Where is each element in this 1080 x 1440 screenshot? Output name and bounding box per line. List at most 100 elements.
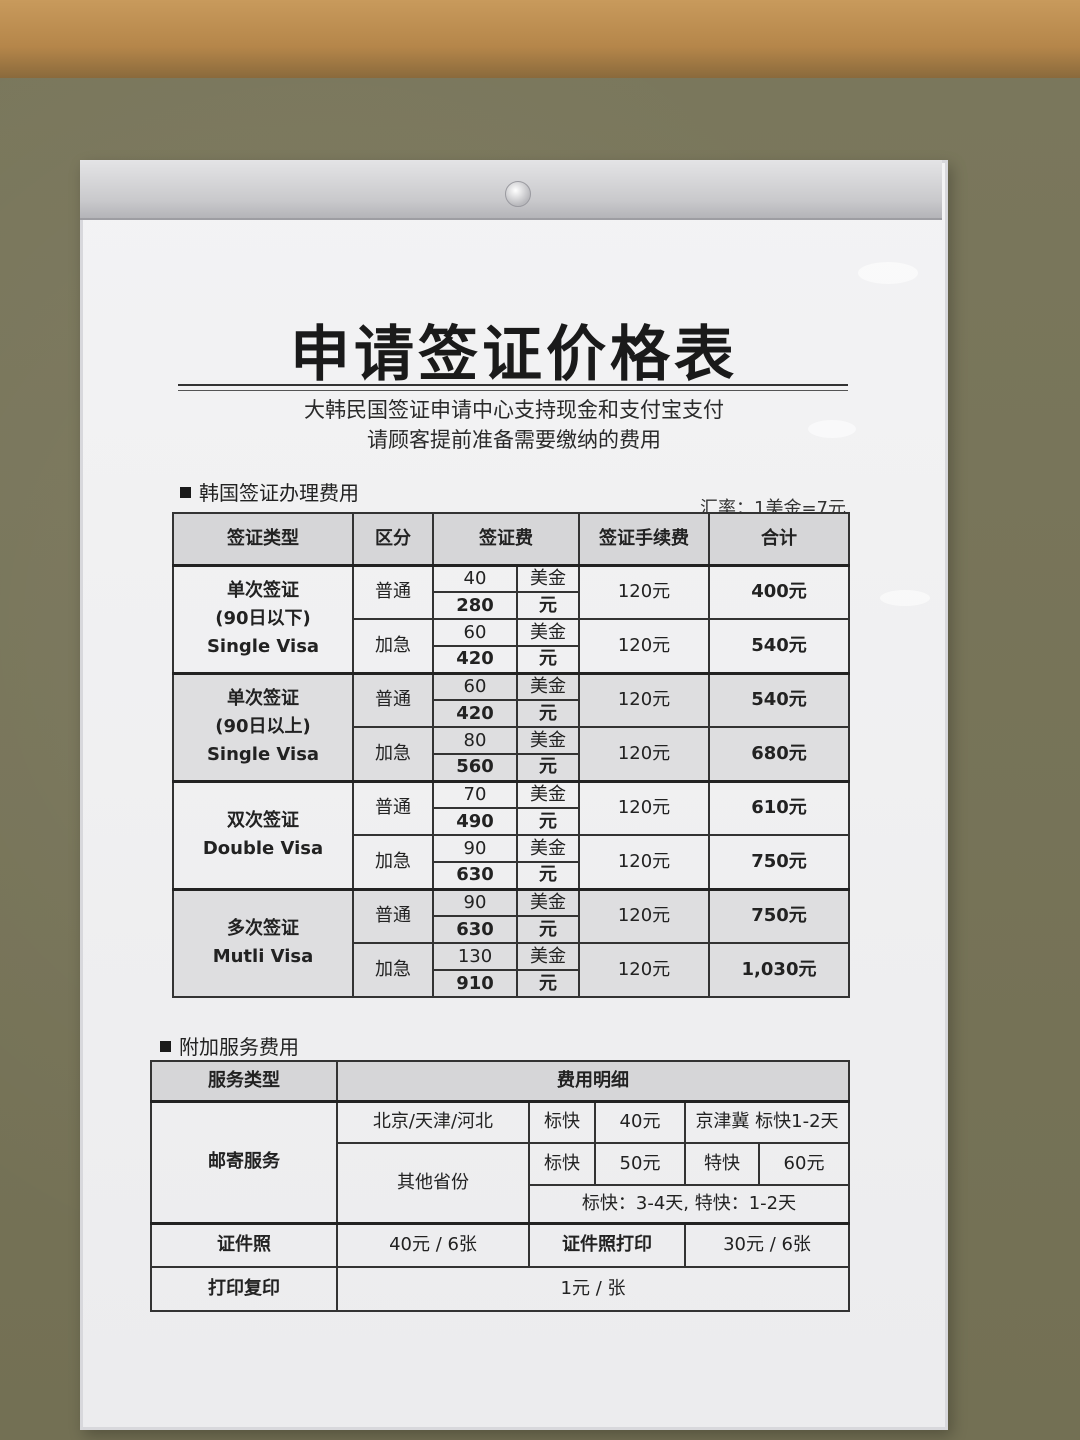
- kind-cell: 加急: [352, 618, 434, 674]
- kind-cell: 普通: [352, 887, 434, 944]
- cny-unit: 元: [516, 807, 580, 836]
- photo-price: 40元 / 6张: [336, 1221, 530, 1268]
- service-fee: 120元: [578, 834, 710, 890]
- visa-type-line: 单次签证: [227, 580, 299, 602]
- service-fee-table: 服务类型 费用明细 邮寄服务 北京/天津/河北 标快 40元 京津冀 标快1-2…: [150, 1060, 851, 1312]
- standard-label: 标快: [528, 1142, 596, 1186]
- title-underline: [178, 390, 848, 391]
- visa-type-line: 多次签证: [227, 918, 299, 940]
- cny-fee: 630: [432, 915, 518, 944]
- visa-type-line: Single Visa: [206, 635, 320, 657]
- visa-type-line: (90日以下): [215, 608, 311, 630]
- total-fee: 540元: [708, 671, 850, 728]
- total-fee: 540元: [708, 618, 850, 674]
- cny-fee: 420: [432, 645, 518, 674]
- service-fee: 120元: [578, 618, 710, 674]
- cny-fee: 490: [432, 807, 518, 836]
- mounting-screw: [505, 181, 531, 207]
- usd-unit: 美金: [516, 618, 580, 647]
- column-header: 服务类型: [150, 1060, 338, 1102]
- cny-unit: 元: [516, 753, 580, 782]
- visa-type-line: Single Visa: [206, 743, 320, 765]
- region-other: 其他省份: [336, 1142, 530, 1224]
- usd-unit: 美金: [516, 942, 580, 971]
- service-section-heading-text: 附加服务费用: [179, 1035, 299, 1059]
- standard-price: 50元: [594, 1142, 686, 1186]
- cny-unit: 元: [516, 591, 580, 620]
- usd-fee: 70: [432, 779, 518, 809]
- usd-fee: 90: [432, 887, 518, 917]
- service-fee: 120元: [578, 726, 710, 782]
- column-header: 签证类型: [172, 512, 354, 566]
- cny-fee: 280: [432, 591, 518, 620]
- kind-cell: 加急: [352, 942, 434, 998]
- table-row: 单次签证 (90日以上) Single Visa 普通 60 美金 120元 5…: [172, 671, 850, 782]
- visa-type-cell: 单次签证 (90日以上) Single Visa: [172, 671, 354, 782]
- visa-type-cell: 多次签证 Mutli Visa: [172, 887, 354, 998]
- copy-service-name: 打印复印: [150, 1266, 338, 1312]
- cny-fee: 630: [432, 861, 518, 890]
- total-fee: 1,030元: [708, 942, 850, 998]
- kind-cell: 普通: [352, 779, 434, 836]
- service-fee: 120元: [578, 887, 710, 944]
- standard-label: 标快: [528, 1099, 596, 1144]
- photo-print-price: 30元 / 6张: [683, 1221, 851, 1268]
- usd-unit: 美金: [516, 726, 580, 755]
- total-fee: 400元: [708, 563, 850, 620]
- photo-print-name: 证件照打印: [528, 1221, 686, 1268]
- visa-type-line: 双次签证: [227, 810, 299, 832]
- visa-type-line: Mutli Visa: [212, 946, 314, 968]
- service-section-heading: 附加服务费用: [160, 1031, 299, 1060]
- cny-unit: 元: [516, 645, 580, 674]
- usd-unit: 美金: [516, 671, 580, 701]
- table-row: 单次签证 (90日以下) Single Visa 普通 40 美金 120元 4…: [172, 563, 850, 674]
- square-bullet-icon: [180, 487, 191, 498]
- cny-unit: 元: [516, 969, 580, 998]
- column-header: 费用明细: [335, 1060, 851, 1102]
- mail-service-name: 邮寄服务: [150, 1099, 338, 1224]
- total-fee: 750元: [708, 834, 850, 890]
- title-underline: [178, 384, 848, 386]
- column-header: 签证费: [432, 512, 580, 566]
- subtitle-line: 大韩民国签证申请中心支持现金和支付宝支付: [304, 398, 724, 422]
- usd-unit: 美金: [516, 563, 580, 593]
- cny-unit: 元: [516, 915, 580, 944]
- usd-fee: 60: [432, 671, 518, 701]
- usd-fee: 80: [432, 726, 518, 755]
- table-row: 邮寄服务 北京/天津/河北 标快 40元 京津冀 标快1-2天: [150, 1099, 851, 1224]
- kind-cell: 加急: [352, 726, 434, 782]
- usd-fee: 90: [432, 834, 518, 863]
- light-reflection: [880, 590, 930, 606]
- light-reflection: [858, 262, 918, 284]
- usd-fee: 60: [432, 618, 518, 647]
- column-header: 签证手续费: [578, 512, 710, 566]
- copy-price: 1元 / 张: [335, 1266, 851, 1312]
- visa-type-line: 单次签证: [227, 688, 299, 710]
- column-header: 合计: [708, 512, 850, 566]
- visa-type-line: (90日以上): [215, 716, 311, 738]
- delivery-time-note: 京津冀 标快1-2天: [683, 1099, 851, 1144]
- service-fee: 120元: [578, 671, 710, 728]
- table-row: 双次签证 Double Visa 普通 70 美金 120元 610元: [172, 779, 850, 890]
- subtitle-line: 请顾客提前准备需要缴纳的费用: [367, 428, 661, 452]
- visa-section-heading: 韩国签证办理费用: [180, 477, 359, 506]
- visa-section-heading-text: 韩国签证办理费用: [199, 481, 359, 505]
- usd-unit: 美金: [516, 834, 580, 863]
- table-row: 打印复印 1元 / 张: [150, 1266, 851, 1312]
- visa-type-cell: 单次签证 (90日以下) Single Visa: [172, 563, 354, 674]
- square-bullet-icon: [160, 1041, 171, 1052]
- cny-fee: 560: [432, 753, 518, 782]
- total-fee: 750元: [708, 887, 850, 944]
- usd-fee: 40: [432, 563, 518, 593]
- service-fee: 120元: [578, 779, 710, 836]
- usd-fee: 130: [432, 942, 518, 971]
- usd-unit: 美金: [516, 779, 580, 809]
- kind-cell: 普通: [352, 671, 434, 728]
- kind-cell: 普通: [352, 563, 434, 620]
- visa-type-cell: 双次签证 Double Visa: [172, 779, 354, 890]
- wooden-ceiling-trim: [0, 0, 1080, 78]
- region-beijing: 北京/天津/河北: [336, 1099, 530, 1144]
- table-row: 多次签证 Mutli Visa 普通 90 美金 120元 750元: [172, 887, 850, 998]
- visa-fee-table: 签证类型 区分 签证费 签证手续费 合计 单次签证 (90日以下) Single…: [172, 512, 850, 998]
- total-fee: 680元: [708, 726, 850, 782]
